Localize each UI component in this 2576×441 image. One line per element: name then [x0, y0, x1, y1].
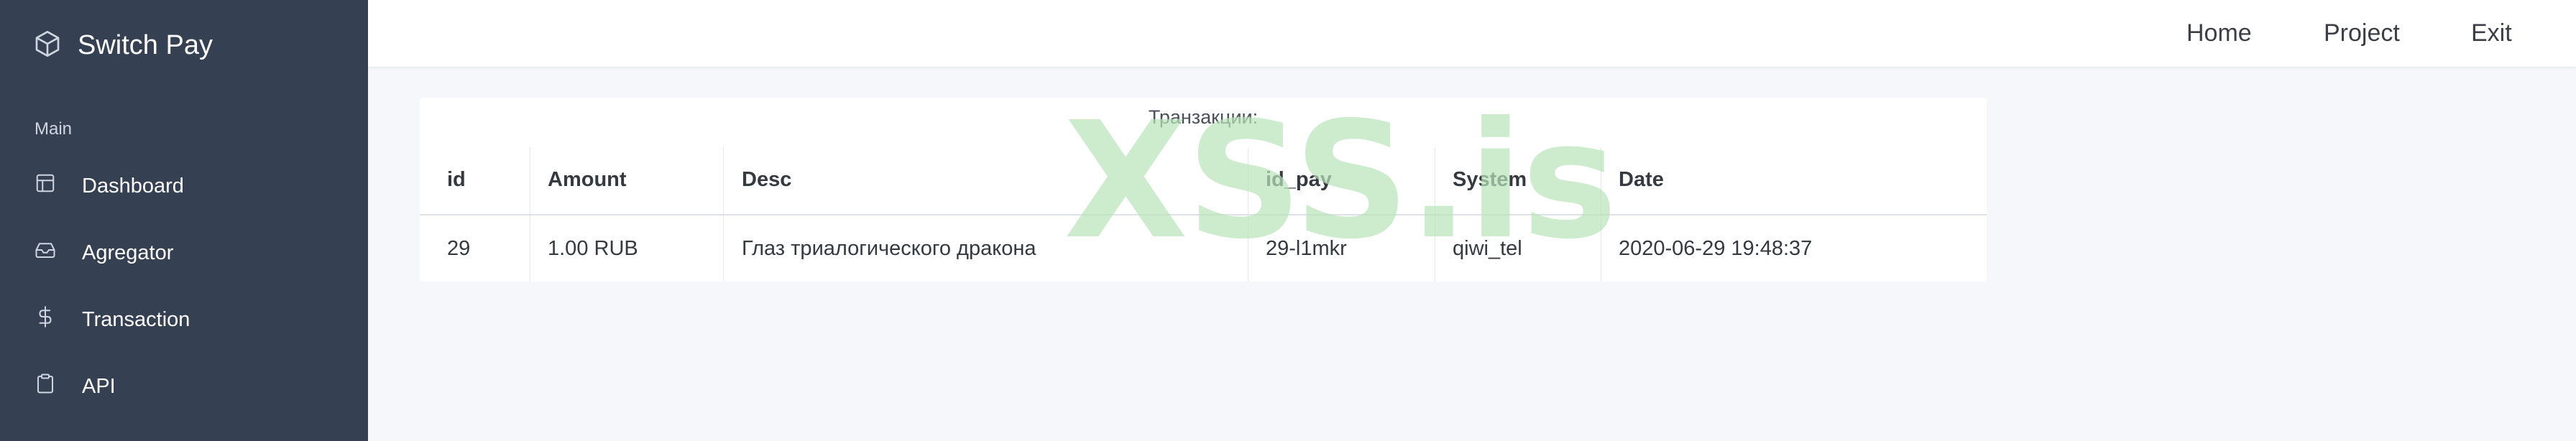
header-divider — [420, 214, 1987, 215]
column-header-id[interactable]: id — [447, 168, 466, 192]
sidebar: Switch Pay Main Dashboard Agregator Tran… — [0, 0, 368, 441]
column-header-amount[interactable]: Amount — [548, 168, 627, 192]
sidebar-item-transaction[interactable]: Transaction — [34, 302, 190, 338]
sidebar-item-label: Dashboard — [82, 174, 184, 198]
cell-amount: 1.00 RUB — [548, 237, 638, 260]
brand-name: Switch Pay — [78, 29, 213, 60]
card-title: Транзакции: — [1148, 106, 1259, 128]
dollar-icon — [34, 306, 56, 333]
sidebar-item-dashboard[interactable]: Dashboard — [34, 168, 184, 204]
layout-icon — [34, 172, 56, 200]
sidebar-item-agregator[interactable]: Agregator — [34, 235, 173, 271]
cell-date: 2020-06-29 19:48:37 — [1619, 237, 1813, 260]
sidebar-item-api[interactable]: API — [34, 368, 116, 404]
brand[interactable]: Switch Pay — [33, 27, 213, 63]
sidebar-item-label: API — [82, 374, 116, 398]
sidebar-section-label: Main — [34, 119, 73, 139]
box-icon — [33, 29, 62, 62]
nav-home-link[interactable]: Home — [2186, 0, 2252, 67]
clipboard-icon — [34, 373, 56, 400]
nav-project-link[interactable]: Project — [2324, 0, 2400, 67]
inbox-icon — [34, 239, 56, 266]
column-header-system[interactable]: System — [1453, 168, 1527, 192]
column-header-id-pay[interactable]: id_pay — [1266, 168, 1332, 192]
sidebar-item-label: Agregator — [82, 241, 174, 264]
column-header-date[interactable]: Date — [1619, 168, 1664, 192]
nav-exit-link[interactable]: Exit — [2471, 0, 2512, 67]
cell-system: qiwi_tel — [1453, 237, 1522, 260]
column-header-desc[interactable]: Desc — [742, 168, 791, 192]
sidebar-item-label: Transaction — [82, 307, 190, 331]
cell-id-pay: 29-l1mkr — [1266, 237, 1347, 260]
cell-desc: Глаз триалогического дракона — [742, 237, 1036, 260]
cell-id: 29 — [447, 237, 471, 260]
